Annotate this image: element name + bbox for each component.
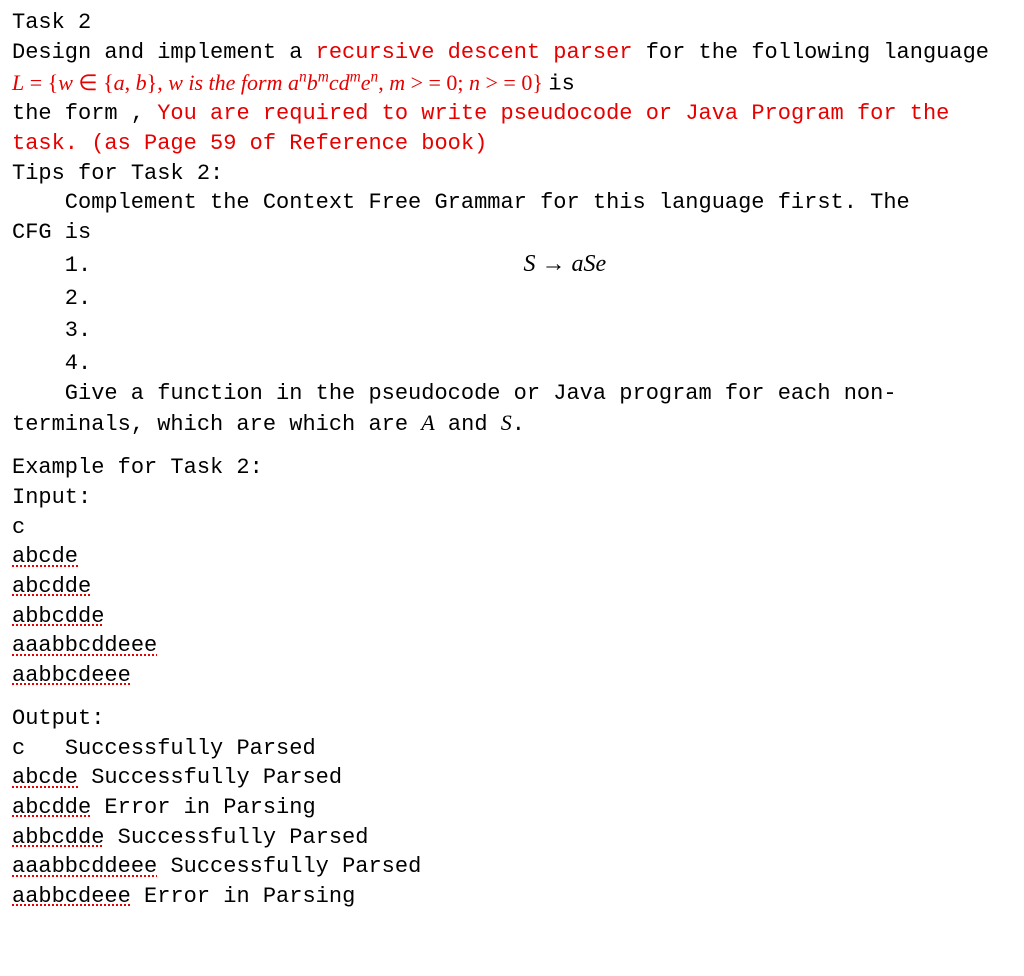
cfg-rule-body xyxy=(118,346,1012,378)
input-line: aabbcdeee xyxy=(12,661,1012,691)
input-list: cabcdeabcddeabbcddeaaabbcddeeeaabbcdeee xyxy=(12,513,1012,691)
example-heading: Example for Task 2: xyxy=(12,453,1012,483)
cfg-rule-num: 4. xyxy=(65,349,118,379)
language-definition: L = {w ∈ {a, b}, w is the form anbmcdmen… xyxy=(12,67,1012,99)
nonterminal-S: S xyxy=(501,410,512,435)
cfg-rule-num: 1. xyxy=(65,251,118,281)
cfg-rule-body: S → aSe xyxy=(118,248,1012,280)
output-line: aaabbcddeee Successfully Parsed xyxy=(12,852,1012,882)
output-line: abcde Successfully Parsed xyxy=(12,763,1012,793)
cfg-rule-body xyxy=(118,281,1012,313)
task-intro: Design and implement a recursive descent… xyxy=(12,38,1012,68)
tips-body: Complement the Context Free Grammar for … xyxy=(12,188,1012,218)
output-line: abcdde Error in Parsing xyxy=(12,793,1012,823)
nonterminal-A: A xyxy=(421,410,434,435)
req-a: the form , xyxy=(12,101,157,126)
input-label: Input: xyxy=(12,483,1012,513)
intro-text-a: Design and implement a xyxy=(12,40,316,65)
input-line: aaabbcddeee xyxy=(12,631,1012,661)
cfg-rule-num: 2. xyxy=(65,284,118,314)
input-line: abbcdde xyxy=(12,602,1012,632)
output-label: Output: xyxy=(12,704,1012,734)
tips-cont-a: Give a function in the pseudocode or Jav… xyxy=(12,379,1012,409)
intro-highlight: recursive descent parser xyxy=(316,40,633,65)
tips-cont-b: terminals, which are which are A and S. xyxy=(12,408,1012,440)
output-list: c Successfully Parsedabcde Successfully … xyxy=(12,734,1012,912)
cfg-rules: 1.S → aSe2. 3. 4. xyxy=(12,248,1012,379)
cfg-rule: 2. xyxy=(65,281,1012,314)
intro-text-c: for the following language xyxy=(633,40,989,65)
output-line: aabbcdeee Error in Parsing xyxy=(12,882,1012,912)
tips-heading: Tips for Task 2: xyxy=(12,159,1012,189)
input-line: c xyxy=(12,513,1012,543)
cfg-rule: 1.S → aSe xyxy=(65,248,1012,281)
formula: L = {w ∈ {a, b}, w is the form anbmcdmen… xyxy=(12,70,548,95)
cfg-rule: 4. xyxy=(65,346,1012,379)
input-line: abcdde xyxy=(12,572,1012,602)
formula-trail: is xyxy=(548,72,574,97)
task-title: Task 2 xyxy=(12,8,1012,38)
output-line: abbcdde Successfully Parsed xyxy=(12,823,1012,853)
requirement-line: the form , You are required to write pse… xyxy=(12,99,1012,158)
cfg-rule-num: 3. xyxy=(65,316,118,346)
output-line: c Successfully Parsed xyxy=(12,734,1012,764)
input-line: abcde xyxy=(12,542,1012,572)
cfg-is: CFG is xyxy=(12,218,1012,248)
cfg-rule-body xyxy=(118,313,1012,345)
cfg-rule: 3. xyxy=(65,313,1012,346)
